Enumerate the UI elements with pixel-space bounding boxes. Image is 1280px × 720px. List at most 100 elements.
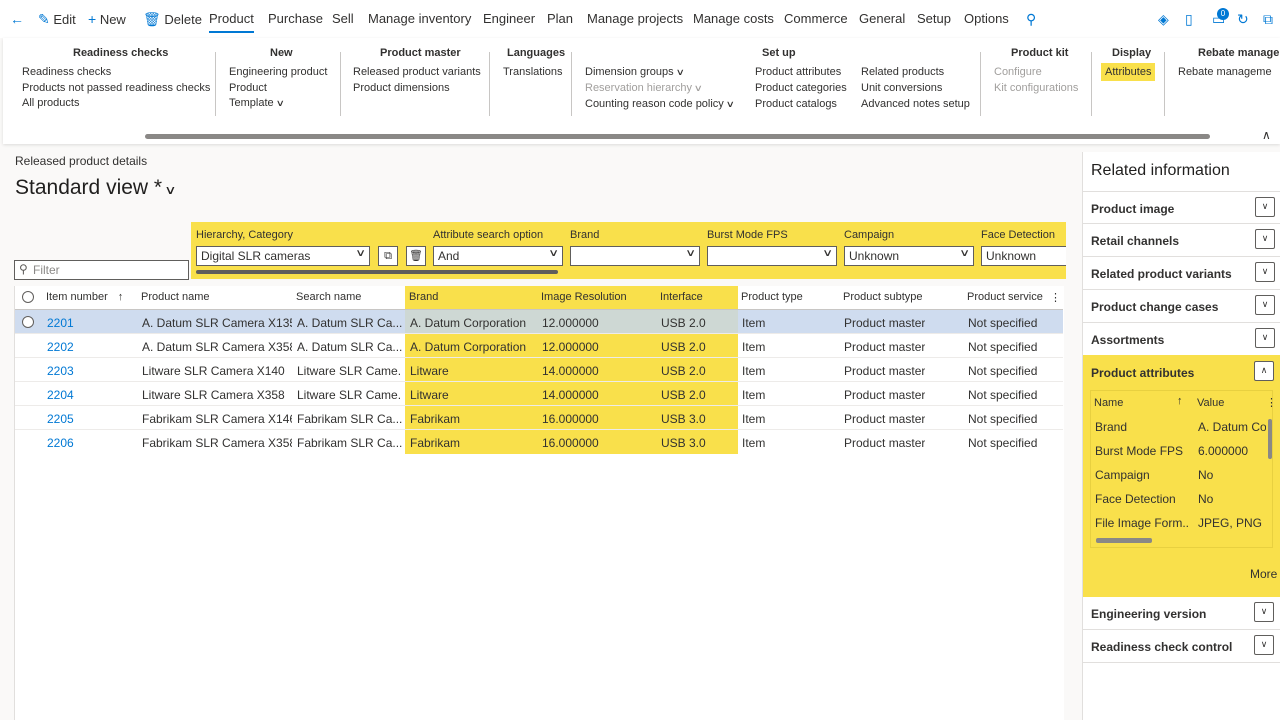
grid-filter-input[interactable]: ⚲ Filter	[14, 260, 189, 280]
item-number-link[interactable]: 2203	[47, 364, 74, 378]
table-row[interactable]: 2204 Litware SLR Camera X358 Litware SLR…	[15, 382, 1063, 406]
tab-plan[interactable]: Plan	[547, 11, 573, 26]
link-product-dimensions[interactable]: Product dimensions	[353, 82, 450, 94]
burst-filter-dropdown[interactable]: ∨	[707, 246, 837, 266]
link-product-categories[interactable]: Product categories	[755, 82, 847, 94]
new-button[interactable]: + New	[88, 11, 126, 27]
chevron-down-icon[interactable]: ∨	[1255, 229, 1275, 249]
hierarchy-dropdown[interactable]: Digital SLR cameras ∨	[196, 246, 370, 266]
tab-manage-inventory[interactable]: Manage inventory	[368, 11, 471, 26]
tab-manage-projects[interactable]: Manage projects	[587, 11, 683, 26]
edit-button[interactable]: ✎ Edit	[38, 11, 76, 28]
link-advanced-notes-setup[interactable]: Advanced notes setup	[861, 98, 970, 110]
section-product-change-cases[interactable]: Product change cases ∨	[1083, 290, 1280, 323]
link-translations[interactable]: Translations	[503, 66, 563, 78]
collapse-ribbon-icon[interactable]: ∧	[1262, 128, 1271, 142]
section-assortments[interactable]: Assortments ∨	[1083, 323, 1280, 356]
col-header-brand[interactable]: Brand	[409, 291, 438, 303]
campaign-filter-dropdown[interactable]: Unknown ∨	[844, 246, 974, 266]
office-icon[interactable]: ▯	[1185, 11, 1193, 28]
chevron-down-icon[interactable]: ∨	[1255, 262, 1275, 282]
attr-row[interactable]: Campaign No	[1091, 463, 1269, 487]
attr-row[interactable]: Face Detection No	[1091, 487, 1269, 511]
tab-general[interactable]: General	[859, 11, 905, 26]
col-header-product-subtype[interactable]: Product subtype	[843, 291, 923, 303]
attr-row[interactable]: File Image Form... JPEG, PNG	[1091, 511, 1269, 535]
item-number-link[interactable]: 2206	[47, 436, 74, 450]
table-row[interactable]: 2201 A. Datum SLR Camera X135 A. Datum S…	[15, 310, 1063, 334]
tab-product[interactable]: Product	[209, 11, 254, 33]
back-icon[interactable]: ←	[10, 11, 24, 27]
item-number-link[interactable]: 2201	[47, 316, 74, 330]
attr-vertical-scrollbar[interactable]	[1268, 419, 1272, 459]
section-engineering-version[interactable]: Engineering version ∨	[1083, 597, 1280, 630]
section-readiness-check-control[interactable]: Readiness check control ∨	[1083, 630, 1280, 663]
tab-options[interactable]: Options	[964, 11, 1009, 26]
tab-commerce[interactable]: Commerce	[784, 11, 848, 26]
refresh-icon[interactable]: ↻	[1237, 11, 1249, 28]
link-all-products[interactable]: All products	[22, 97, 79, 109]
table-row[interactable]: 2203 Litware SLR Camera X140 Litware SLR…	[15, 358, 1063, 382]
tab-sell[interactable]: Sell	[332, 11, 354, 26]
attr-search-dropdown[interactable]: And ∨	[433, 246, 563, 266]
link-engineering-product[interactable]: Engineering product	[229, 66, 327, 78]
link-products-not-passed[interactable]: Products not passed readiness checks	[22, 82, 210, 94]
more-link[interactable]: More	[1250, 567, 1277, 581]
table-row[interactable]: 2206 Fabrikam SLR Camera X358 Fabrikam S…	[15, 430, 1063, 454]
select-all-radio[interactable]	[22, 291, 34, 303]
link-related-products[interactable]: Related products	[861, 66, 944, 78]
link-dimension-groups[interactable]: Dimension groups ∨	[585, 66, 685, 78]
col-header-product-name[interactable]: Product name	[141, 291, 209, 303]
table-row[interactable]: 2205 Fabrikam SLR Camera X146 Fabrikam S…	[15, 406, 1063, 430]
row-select-radio[interactable]	[22, 316, 34, 328]
attr-row[interactable]: Brand A. Datum Co	[1091, 415, 1269, 439]
item-number-link[interactable]: 2202	[47, 340, 74, 354]
table-row[interactable]: 2202 A. Datum SLR Camera X358 A. Datum S…	[15, 334, 1063, 358]
attachments-icon[interactable]: ▭ 0	[1212, 8, 1229, 28]
chevron-up-icon[interactable]: ∧	[1254, 361, 1274, 381]
ribbon-scrollbar[interactable]	[145, 134, 1210, 139]
filter-scrollbar[interactable]	[196, 270, 558, 274]
section-product-image[interactable]: Product image ∨	[1083, 191, 1280, 224]
face-filter-dropdown[interactable]: Unknown	[981, 246, 1066, 266]
open-new-window-icon[interactable]: ⧉	[1263, 11, 1273, 28]
col-header-product-service[interactable]: Product service	[967, 291, 1043, 303]
link-unit-conversions[interactable]: Unit conversions	[861, 82, 942, 94]
tab-manage-costs[interactable]: Manage costs	[693, 11, 774, 26]
link-readiness-checks[interactable]: Readiness checks	[22, 66, 111, 78]
diamond-icon[interactable]: ◈	[1158, 11, 1169, 28]
section-retail-channels[interactable]: Retail channels ∨	[1083, 224, 1280, 257]
view-selector[interactable]: Standard view * ∨	[15, 176, 177, 200]
item-number-link[interactable]: 2205	[47, 412, 74, 426]
section-related-variants[interactable]: Related product variants ∨	[1083, 257, 1280, 290]
attr-col-name[interactable]: Name	[1094, 397, 1123, 409]
col-header-search-name[interactable]: Search name	[296, 291, 361, 303]
link-rebate-management[interactable]: Rebate manageme	[1178, 66, 1272, 78]
link-released-product-variants[interactable]: Released product variants	[353, 66, 481, 78]
chevron-down-icon[interactable]: ∨	[1255, 295, 1275, 315]
attr-row[interactable]: Burst Mode FPS 6.000000	[1091, 439, 1269, 463]
col-header-product-type[interactable]: Product type	[741, 291, 803, 303]
link-product[interactable]: Product	[229, 82, 267, 94]
chevron-down-icon[interactable]: ∨	[1255, 197, 1275, 217]
tab-purchase[interactable]: Purchase	[268, 11, 323, 26]
link-attributes[interactable]: Attributes	[1101, 63, 1156, 81]
copy-icon[interactable]: ⧉	[378, 246, 398, 266]
chevron-down-icon[interactable]: ∨	[1255, 328, 1275, 348]
attr-col-value[interactable]: Value	[1197, 397, 1224, 409]
link-counting-reason-code-policy[interactable]: Counting reason code policy ∨	[585, 98, 735, 110]
trash-icon[interactable]: 🗑	[406, 246, 426, 266]
delete-button[interactable]: 🗑 Delete	[143, 11, 202, 28]
section-product-attributes[interactable]: Product attributes ∧	[1083, 355, 1280, 388]
link-product-attributes[interactable]: Product attributes	[755, 66, 841, 78]
col-header-interface[interactable]: Interface	[660, 291, 703, 303]
column-options-icon[interactable]: ⋮	[1266, 396, 1277, 409]
col-header-item-number[interactable]: Item number ↑	[46, 291, 123, 303]
search-icon[interactable]: ⚲	[1026, 11, 1036, 28]
tab-engineer[interactable]: Engineer	[483, 11, 535, 26]
column-options-icon[interactable]: ⋮	[1050, 291, 1061, 304]
link-product-catalogs[interactable]: Product catalogs	[755, 98, 837, 110]
attr-horizontal-scrollbar[interactable]	[1096, 538, 1152, 543]
item-number-link[interactable]: 2204	[47, 388, 74, 402]
chevron-down-icon[interactable]: ∨	[1254, 635, 1274, 655]
